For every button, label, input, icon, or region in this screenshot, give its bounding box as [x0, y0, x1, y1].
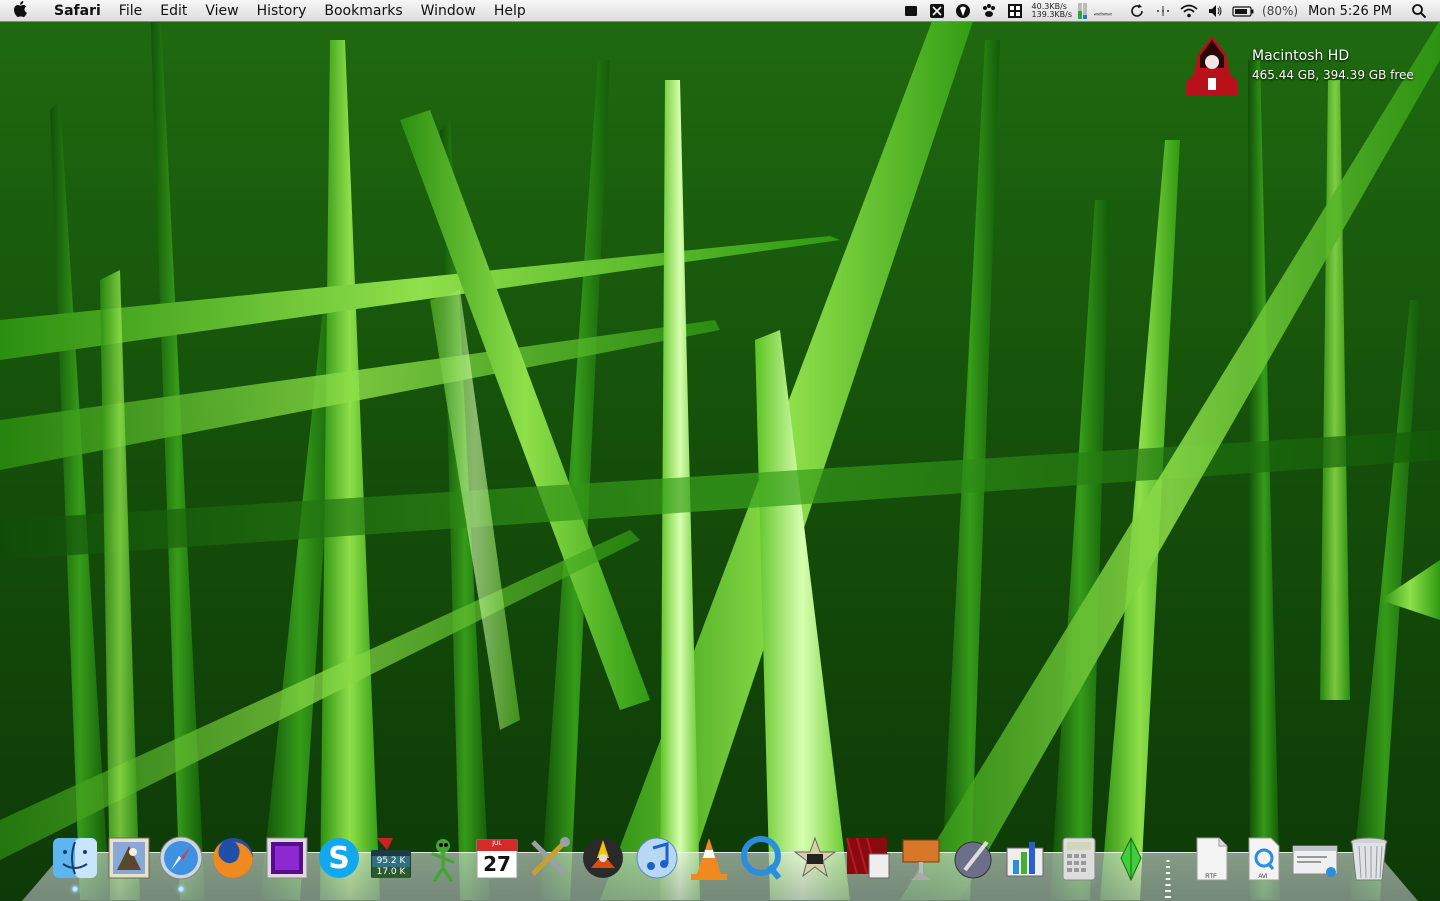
dock-imovie[interactable]	[790, 832, 840, 884]
dock-numbers[interactable]	[1000, 832, 1050, 884]
app-menu-safari[interactable]: Safari	[40, 0, 110, 22]
menu-history[interactable]: History	[248, 0, 316, 22]
terminal-status-icon[interactable]	[902, 3, 920, 19]
menu-help[interactable]: Help	[485, 0, 535, 22]
dock-utilities[interactable]	[524, 832, 574, 884]
dock-trash[interactable]	[1344, 832, 1394, 884]
window-icon	[1292, 845, 1338, 877]
finder-icon	[53, 838, 97, 878]
menu-window[interactable]: Window	[412, 0, 485, 22]
dock-itunes[interactable]	[632, 832, 682, 884]
sync-status-icon[interactable]	[1128, 3, 1146, 19]
menubar-clock[interactable]: Mon 5:26 PM	[1308, 4, 1392, 19]
dock-front-row[interactable]	[842, 832, 892, 884]
firefox-icon	[213, 838, 253, 878]
purple-square-icon	[266, 837, 308, 879]
network-monitor-download: 17.0 K	[372, 867, 410, 878]
skype-icon: S	[319, 838, 359, 878]
scissors-status-icon[interactable]	[928, 3, 946, 19]
safari-icon	[159, 836, 203, 880]
dock-skype[interactable]: S	[314, 832, 364, 884]
dock-finder[interactable]	[50, 832, 100, 892]
trash-icon	[1350, 837, 1388, 881]
svg-text:S: S	[328, 841, 350, 876]
tools-icon	[531, 837, 570, 876]
cpu-meter-icon[interactable]	[1094, 3, 1113, 19]
dock-photo-app[interactable]	[948, 832, 998, 884]
menu-view[interactable]: View	[196, 0, 247, 22]
battery-percentage: (80%)	[1262, 4, 1299, 18]
quicktime-icon	[741, 836, 782, 880]
spaces-status-icon[interactable]	[1006, 3, 1024, 19]
spotlight-search-icon[interactable]	[1410, 3, 1428, 19]
dock-network-monitor[interactable]: 95.2 K 17.0 K	[366, 832, 416, 884]
dock-safari[interactable]	[156, 832, 206, 892]
volume-status-icon[interactable]	[1206, 3, 1224, 19]
menu-edit[interactable]: Edit	[151, 0, 196, 22]
growl-status-icon[interactable]	[954, 3, 972, 19]
network-monitor-upload: 95.2 K	[372, 856, 410, 867]
keynote-icon	[902, 839, 940, 880]
drive-name-label: Macintosh HD	[1252, 48, 1350, 64]
dock-ical[interactable]: JUL 27	[472, 832, 522, 884]
burn-icon	[583, 838, 623, 878]
dock-vlc[interactable]	[684, 832, 734, 884]
dock-burn[interactable]	[578, 832, 628, 884]
apple-menu-icon[interactable]	[0, 0, 40, 21]
dock-mail[interactable]	[104, 832, 154, 884]
dock-firefox[interactable]	[208, 832, 258, 884]
vlc-icon	[691, 838, 727, 880]
macintosh-hd-drive[interactable]: Macintosh HD 465.44 GB, 394.39 GB free	[1180, 34, 1430, 98]
drive-capacity-label: 465.44 GB, 394.39 GB free	[1252, 68, 1414, 82]
dock-calculator[interactable]	[1054, 832, 1104, 884]
bluetooth-status-icon[interactable]	[1154, 3, 1172, 19]
dock-purple-app[interactable]	[262, 832, 312, 884]
dock-sims[interactable]	[1106, 832, 1156, 884]
menu-file[interactable]: File	[110, 0, 151, 22]
dock-minimized-window[interactable]	[1290, 832, 1340, 884]
adium-icon	[431, 839, 455, 882]
rtf-doc-label: RTF	[1205, 874, 1217, 880]
dock-quicktime[interactable]	[736, 832, 786, 884]
calendar-month: JUL	[492, 840, 502, 847]
calendar-day: 27	[483, 852, 511, 876]
menu-bar: Safari File Edit View History Bookmarks …	[0, 0, 1440, 22]
network-download-rate: 139.3KB/s	[1031, 10, 1073, 19]
hooded-figure-icon	[1186, 36, 1238, 96]
imovie-icon	[793, 836, 837, 878]
memory-meter-icon[interactable]	[1078, 2, 1088, 20]
wifi-status-icon[interactable]	[1180, 3, 1198, 19]
battery-status-icon[interactable]	[1232, 3, 1254, 19]
mail-icon	[108, 837, 150, 879]
dock: S 95.2 K 17.0 K JUL 27 RTF AVI	[0, 830, 1440, 892]
sims-icon	[1120, 836, 1142, 882]
front-row-icon	[846, 837, 890, 879]
network-speed-meter[interactable]: 40.3KB/s 139.3KB/s	[1032, 3, 1073, 19]
avi-doc-label: AVI	[1258, 874, 1268, 880]
finder-running-indicator	[72, 886, 78, 892]
menu-bookmarks[interactable]: Bookmarks	[315, 0, 411, 22]
dock-adium[interactable]	[418, 832, 468, 884]
photo-icon	[954, 840, 992, 879]
paw-status-icon[interactable]	[980, 3, 998, 19]
dock-keynote[interactable]	[896, 832, 946, 884]
calculator-icon	[1062, 837, 1096, 881]
itunes-icon	[636, 837, 678, 879]
numbers-icon	[1006, 842, 1044, 877]
desktop-wallpaper	[0, 0, 1440, 900]
safari-running-indicator	[178, 886, 184, 892]
dock-avi-document[interactable]: AVI	[1238, 832, 1288, 884]
dock-rtf-document[interactable]: RTF	[1186, 832, 1236, 884]
